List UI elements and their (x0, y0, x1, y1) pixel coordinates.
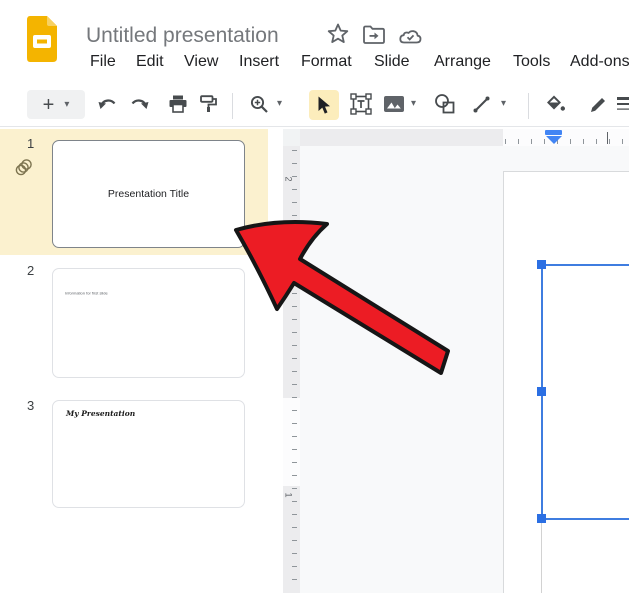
menu-insert[interactable]: Insert (239, 53, 279, 71)
star-icon[interactable] (326, 22, 350, 51)
app-header: Untitled presentation File Edit View Ins… (0, 0, 629, 85)
cloud-saved-icon[interactable] (396, 26, 424, 51)
menu-edit[interactable]: Edit (136, 53, 164, 71)
menu-addons[interactable]: Add-ons (570, 53, 629, 71)
placeholder-edge-line (541, 522, 542, 593)
vertical-ruler[interactable]: 2 1 (283, 146, 301, 593)
v-ruler-ticks (292, 150, 297, 590)
new-slide-button[interactable]: + ▾ (27, 90, 85, 119)
ruler-corner (283, 129, 300, 146)
selection-border-top[interactable] (541, 264, 629, 266)
slide1-number: 1 (27, 136, 34, 151)
menu-slide[interactable]: Slide (374, 53, 410, 71)
undo-button[interactable] (96, 93, 118, 115)
border-weight-button[interactable] (616, 94, 629, 114)
v-ruler-label-1: 1 (284, 492, 294, 497)
plus-icon: + (43, 95, 55, 115)
text-box-button[interactable] (349, 91, 373, 117)
zoom-caret-icon[interactable]: ▾ (277, 98, 282, 109)
transition-icon[interactable] (14, 155, 36, 182)
select-tool-button[interactable] (309, 90, 339, 120)
image-caret-icon[interactable]: ▾ (411, 98, 416, 109)
selection-border-bottom[interactable] (541, 518, 629, 520)
indent-marker-bar[interactable] (545, 130, 562, 135)
slide2-body-text: Information for first slide (65, 291, 256, 296)
move-to-folder-icon[interactable] (362, 25, 386, 50)
toolbar-separator (232, 93, 233, 119)
v-ruler-label-2: 2 (284, 176, 294, 181)
menu-arrange[interactable]: Arrange (434, 53, 491, 71)
border-color-button[interactable] (586, 92, 610, 116)
slide3-number: 3 (27, 398, 34, 413)
toolbar: + ▾ (0, 85, 629, 126)
slide2-thumbnail[interactable]: Information for first slide (52, 268, 245, 378)
indent-marker-triangle[interactable] (546, 136, 562, 144)
document-title[interactable]: Untitled presentation (86, 24, 279, 48)
slide-page[interactable] (503, 171, 629, 593)
menu-view[interactable]: View (184, 53, 218, 71)
slide-canvas[interactable] (300, 146, 629, 593)
fill-color-button[interactable] (543, 92, 567, 116)
slide3-thumbnail[interactable]: My Presentation (52, 400, 245, 508)
menu-tools[interactable]: Tools (513, 53, 550, 71)
redo-button[interactable] (129, 93, 151, 115)
shape-button[interactable] (432, 92, 456, 116)
print-button[interactable] (168, 92, 188, 116)
slide3-body-text: My Presentation (66, 409, 135, 418)
menu-format[interactable]: Format (301, 53, 352, 71)
image-button[interactable] (383, 94, 405, 114)
slide2-number: 2 (27, 263, 34, 278)
zoom-button[interactable] (248, 92, 270, 116)
new-slide-caret-icon[interactable]: ▾ (64, 99, 69, 110)
line-caret-icon[interactable]: ▾ (501, 98, 506, 109)
h-ruler-ticks (505, 139, 629, 144)
filmstrip-panel: 1 Presentation Title 2 Information for f… (0, 127, 268, 593)
h-ruler-major-tick (607, 132, 608, 144)
line-button[interactable] (470, 93, 492, 115)
slide1-title-text: Presentation Title (108, 188, 189, 200)
menu-file[interactable]: File (90, 53, 116, 71)
horizontal-ruler[interactable] (300, 129, 629, 147)
selection-handle-topleft[interactable] (537, 260, 546, 269)
selection-handle-bottomleft[interactable] (537, 514, 546, 523)
slides-logo-icon[interactable] (27, 16, 57, 67)
paint-format-button[interactable] (199, 92, 219, 116)
selection-handle-midleft[interactable] (537, 387, 546, 396)
toolbar-separator (528, 93, 529, 119)
slide1-thumbnail[interactable]: Presentation Title (52, 140, 245, 248)
